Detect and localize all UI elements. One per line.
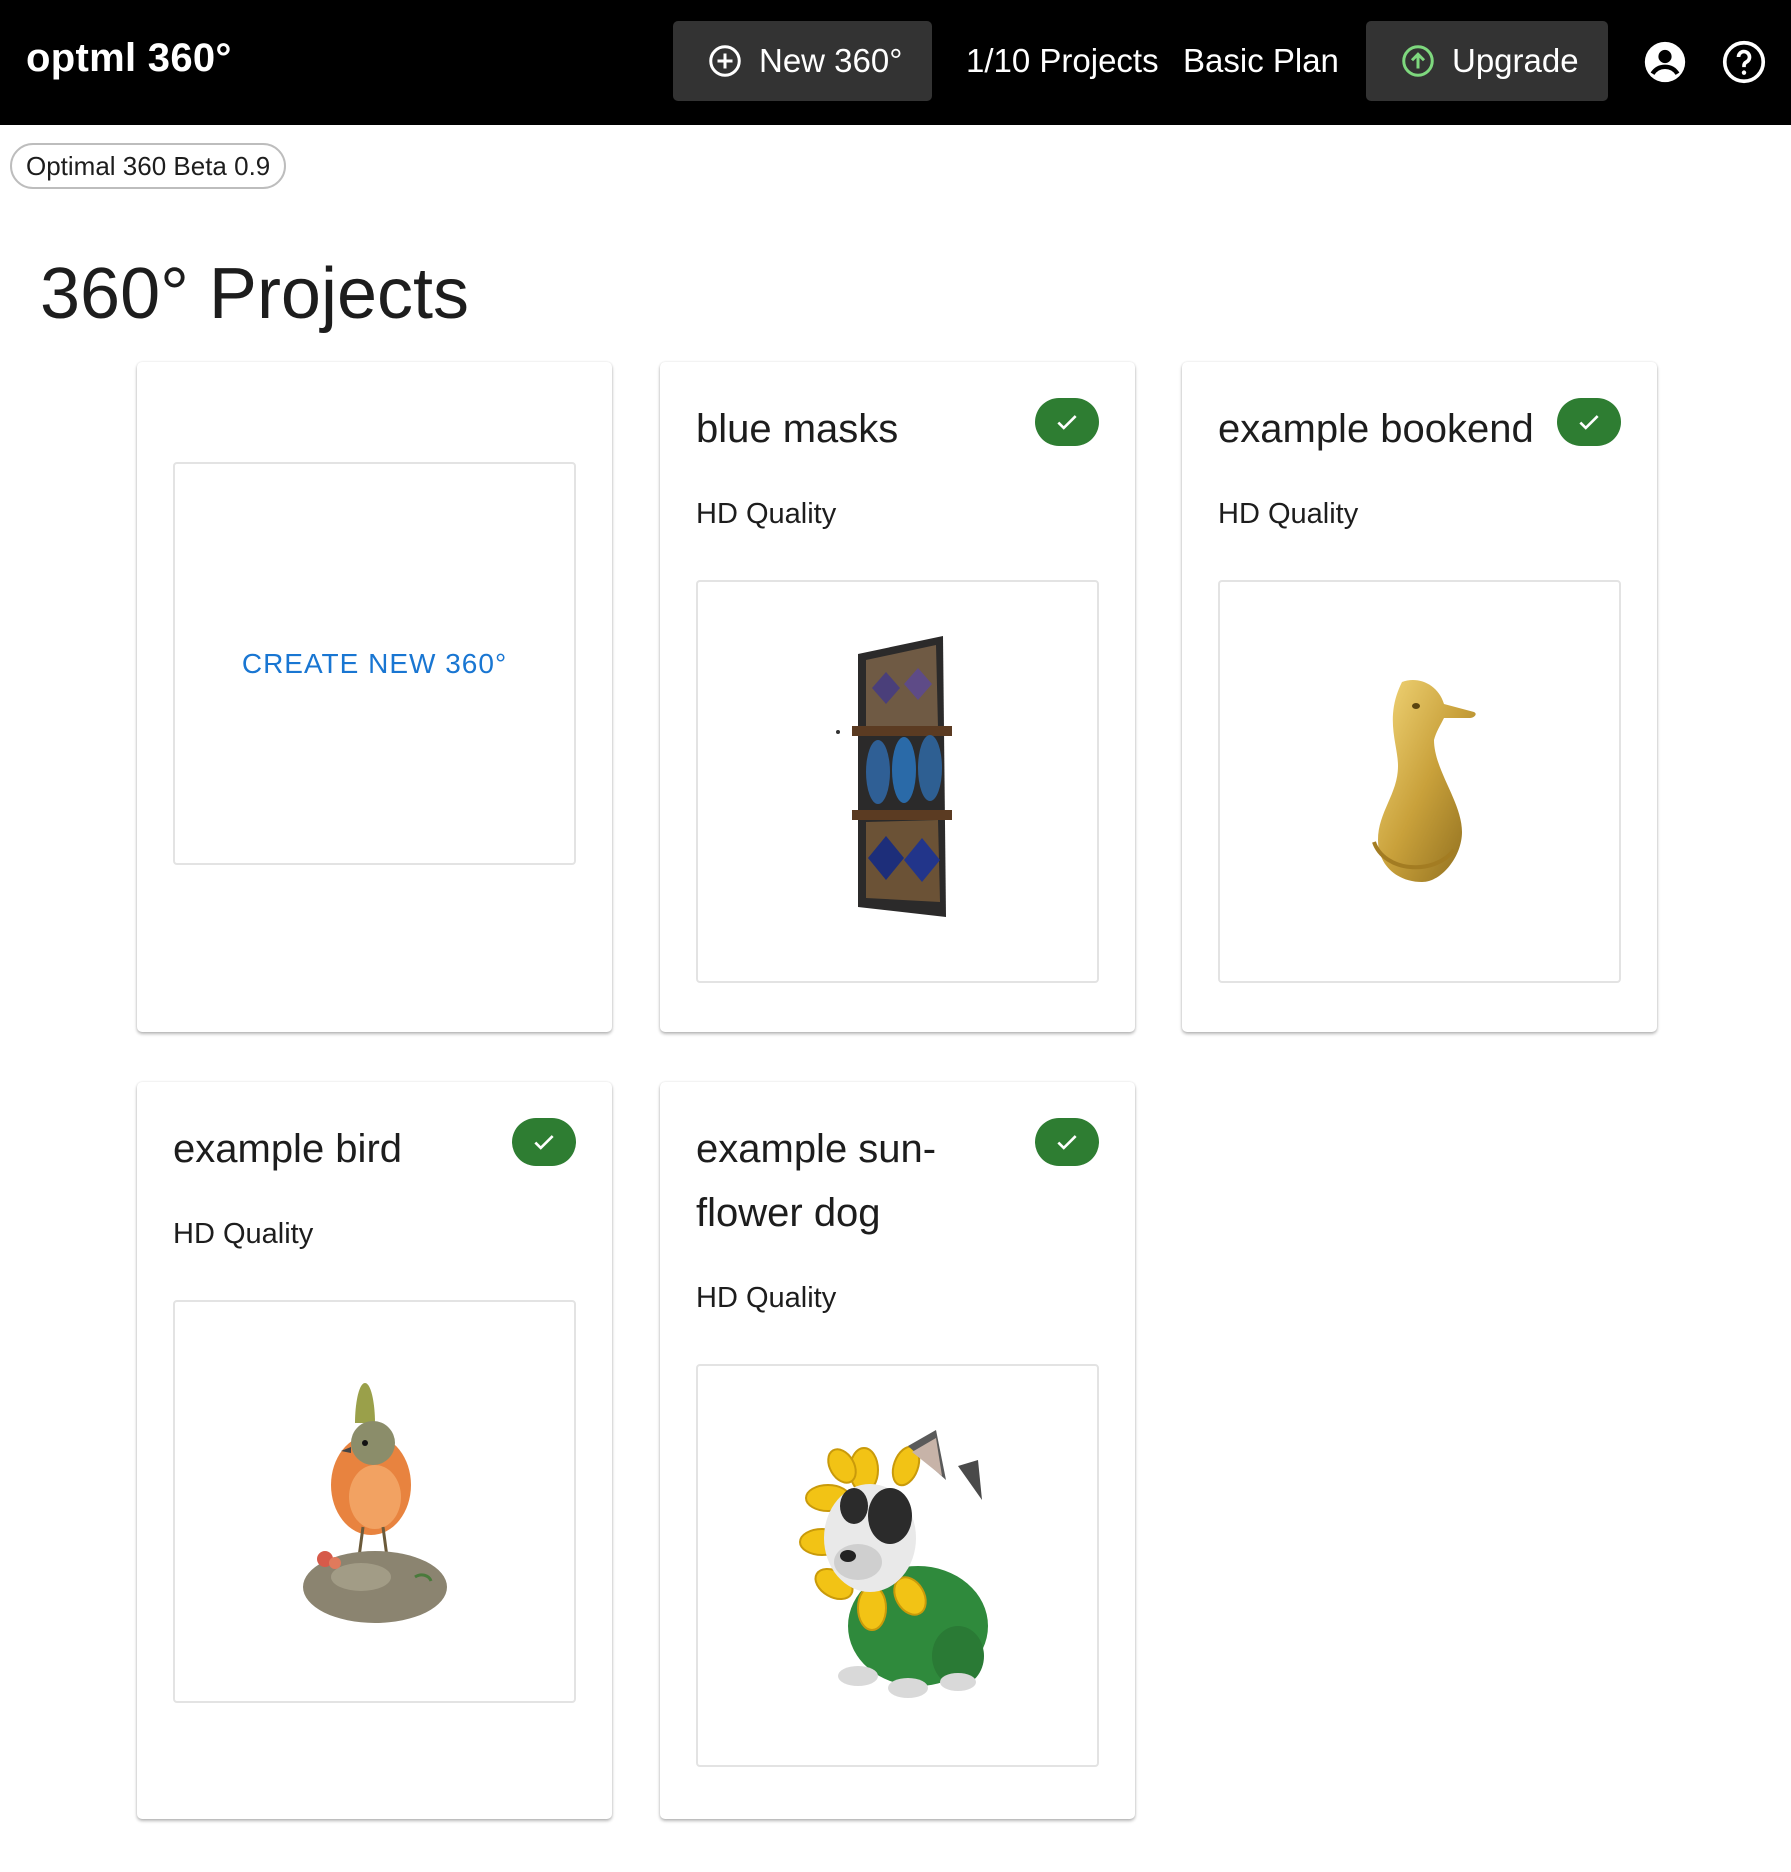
project-thumbnail[interactable] <box>696 580 1099 983</box>
upgrade-circle-icon <box>1400 43 1436 79</box>
status-badge <box>1035 398 1099 446</box>
upgrade-label: Upgrade <box>1452 42 1579 79</box>
check-icon <box>1579 415 1599 430</box>
plan-label: Basic Plan <box>1183 42 1339 79</box>
project-title: example bookend <box>1218 407 1534 451</box>
status-badge <box>1035 1118 1099 1166</box>
project-card[interactable]: example bookend HD Quality <box>1182 362 1657 1032</box>
check-icon <box>534 1135 554 1150</box>
new-360-label: New 360° <box>759 42 903 79</box>
version-chip: Optimal 360 Beta 0.9 <box>10 143 287 189</box>
help-button[interactable] <box>1722 40 1766 84</box>
check-icon <box>1057 1135 1077 1150</box>
top-app-bar: optml 360° New 360° 1/10 Projects Basic … <box>0 0 1791 125</box>
help-circle-icon <box>1722 40 1766 84</box>
project-card[interactable]: example sun-flower dog HD Quality <box>660 1082 1135 1819</box>
project-card[interactable]: blue masks HD Quality <box>660 362 1135 1032</box>
status-badge <box>1557 398 1621 446</box>
upgrade-button[interactable]: Upgrade <box>1366 21 1608 101</box>
create-new-360-label: CREATE NEW 360° <box>241 647 508 679</box>
project-thumbnail[interactable] <box>696 1364 1099 1767</box>
create-project-card: CREATE NEW 360° <box>137 362 612 1032</box>
project-thumbnail[interactable] <box>1218 580 1621 983</box>
account-circle-icon <box>1644 41 1686 83</box>
sunflower-dog-image <box>798 1429 988 1698</box>
create-new-360-button[interactable]: CREATE NEW 360° <box>173 462 576 865</box>
bookend-image <box>1371 679 1476 882</box>
project-quality: HD Quality <box>696 1282 837 1314</box>
project-quality: HD Quality <box>1218 498 1359 530</box>
brand-logo[interactable]: optml 360° <box>26 36 232 81</box>
status-badge <box>512 1118 576 1166</box>
project-title: example bird <box>173 1127 403 1171</box>
check-icon <box>1057 415 1077 430</box>
projects-count: 1/10 Projects <box>966 42 1159 79</box>
project-title: example sun-flower dog <box>696 1127 937 1235</box>
page-title: 360° Projects <box>40 254 470 334</box>
new-360-button[interactable]: New 360° <box>673 21 932 101</box>
project-quality: HD Quality <box>173 1218 314 1250</box>
account-button[interactable] <box>1643 40 1687 84</box>
add-circle-icon <box>707 43 743 79</box>
blue-masks-image <box>835 635 952 917</box>
bird-image <box>302 1382 447 1623</box>
project-card[interactable]: example bird HD Quality <box>137 1082 612 1819</box>
project-quality: HD Quality <box>696 498 837 530</box>
project-title: blue masks <box>696 407 899 451</box>
project-thumbnail[interactable] <box>173 1300 576 1703</box>
